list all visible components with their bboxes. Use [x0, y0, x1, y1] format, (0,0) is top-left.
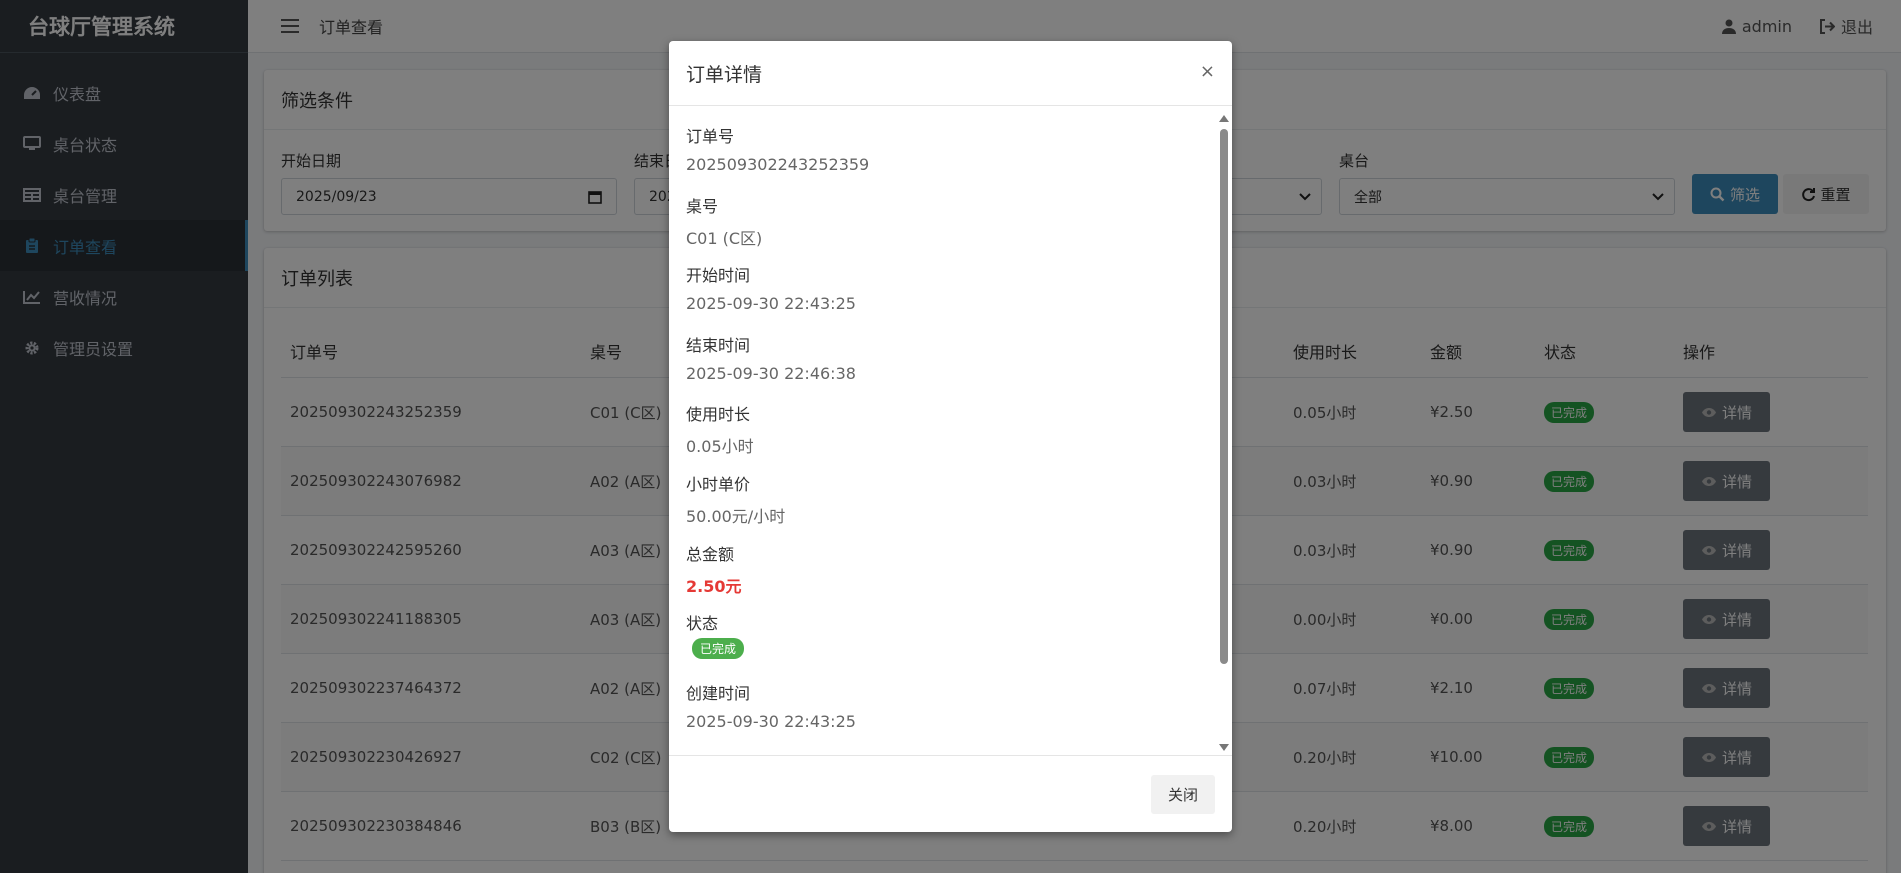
- detail-value: C01 (C区): [686, 228, 763, 248]
- detail-field: 总金额 2.50元: [686, 525, 1232, 596]
- close-button[interactable]: 关闭: [1151, 775, 1215, 814]
- modal-title: 订单详情: [686, 63, 763, 86]
- scroll-down-arrow-icon[interactable]: [1219, 744, 1229, 751]
- order-detail-modal: 订单详情 × 订单号 202509302243252359 桌号 C01 (C区) 开始…: [669, 41, 1232, 832]
- total-amount-value: 2.50元: [686, 576, 742, 596]
- modal-body[interactable]: 订单号 202509302243252359 桌号 C01 (C区) 开始时间 2025-…: [669, 107, 1232, 755]
- detail-label: 小时单价: [686, 474, 751, 494]
- detail-field: 结束时间 2025-09-30 22:46:38: [686, 316, 1232, 386]
- detail-value: 0.05小时: [686, 437, 754, 457]
- modal-scrollbar[interactable]: [1218, 115, 1230, 751]
- detail-label: 结束时间: [686, 335, 751, 355]
- detail-label: 开始时间: [686, 266, 751, 286]
- detail-field: 小时单价 50.00元/小时: [686, 455, 1232, 526]
- detail-label: 桌号: [686, 196, 719, 216]
- close-icon[interactable]: ×: [1200, 63, 1215, 81]
- detail-field: 创建时间 2025-09-30 22:43:25: [686, 664, 1232, 734]
- modal-header: 订单详情 ×: [669, 41, 1232, 106]
- scroll-up-arrow-icon[interactable]: [1219, 115, 1229, 122]
- detail-field: 开始时间 2025-09-30 22:43:25: [686, 246, 1232, 316]
- detail-field: 使用时长 0.05小时: [686, 385, 1232, 457]
- detail-field: 订单号 202509302243252359: [686, 107, 1232, 177]
- detail-label: 状态: [686, 614, 719, 634]
- detail-label: 使用时长: [686, 405, 751, 425]
- detail-value: 2025-09-30 22:43:25: [686, 294, 856, 314]
- detail-field: 桌号 C01 (C区): [686, 177, 1232, 248]
- detail-value: 202509302243252359: [686, 155, 870, 174]
- detail-value: 2025-09-30 22:43:25: [686, 711, 856, 731]
- status-badge: 已完成: [692, 638, 745, 660]
- detail-label: 订单号: [686, 127, 735, 146]
- scroll-thumb[interactable]: [1220, 129, 1228, 664]
- modal-footer: 关闭: [669, 755, 1232, 832]
- detail-label: 创建时间: [686, 683, 751, 703]
- detail-value: 50.00元/小时: [686, 506, 786, 526]
- detail-label: 总金额: [686, 544, 735, 564]
- detail-value: 2025-09-30 22:46:38: [686, 363, 856, 383]
- detail-field: 状态已完成: [686, 594, 1232, 664]
